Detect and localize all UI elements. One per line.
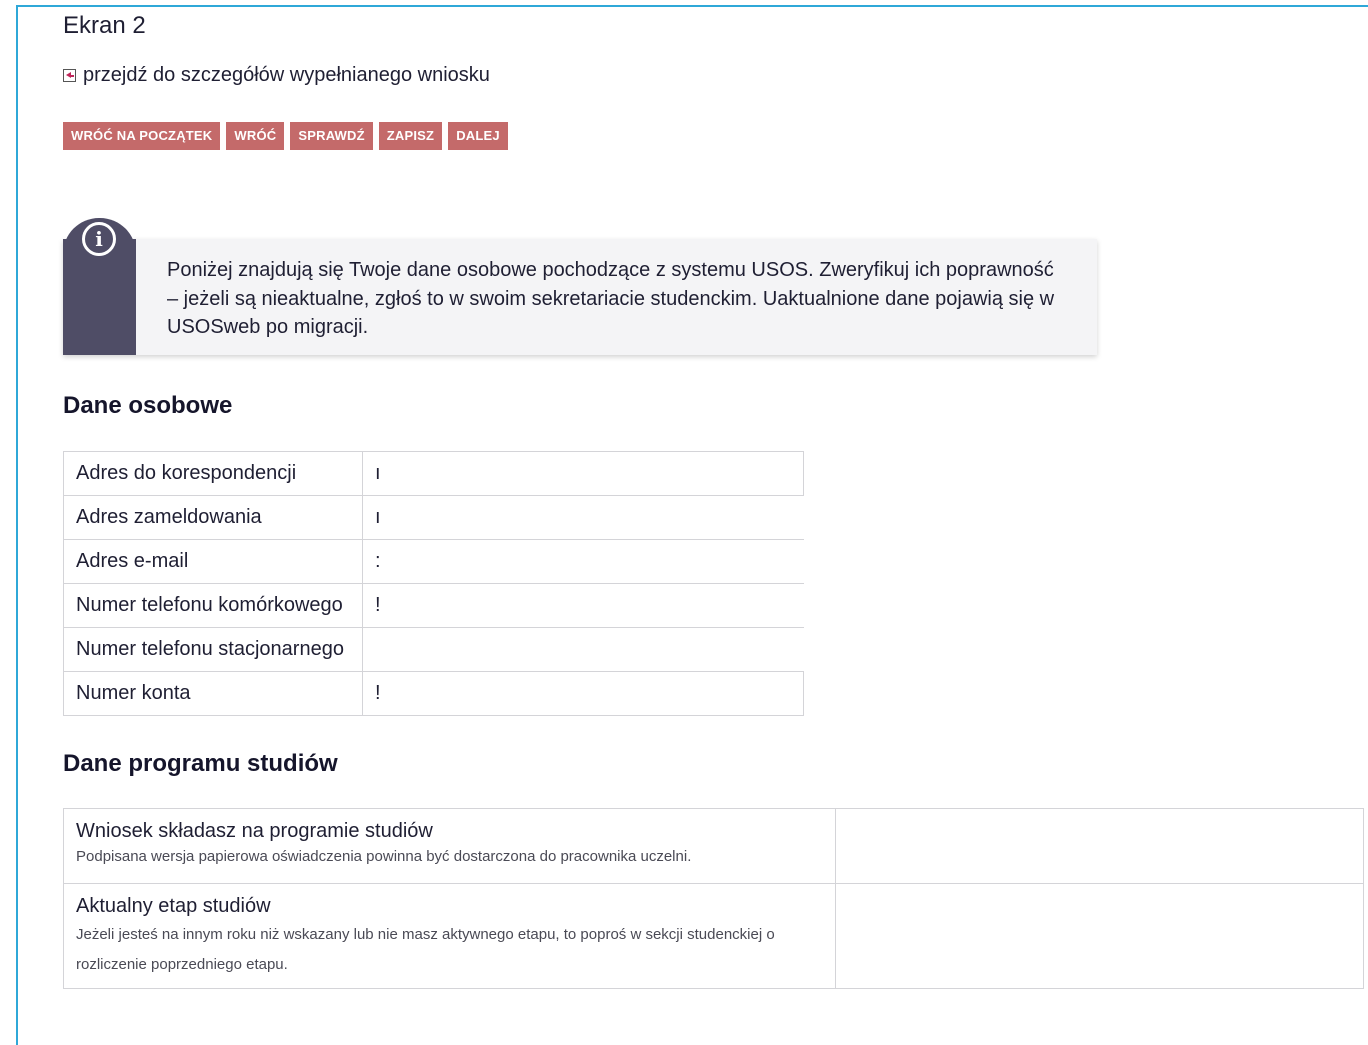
table-row: Aktualny etap studiów Jeżeli jesteś na i… bbox=[63, 883, 1364, 989]
table-row: Wniosek składasz na programie studiów Po… bbox=[63, 808, 1364, 884]
table-row: Adres do korespondencji ı bbox=[63, 451, 804, 496]
row-label: Numer telefonu stacjonarnego bbox=[63, 627, 363, 672]
personal-data-table: Adres do korespondencji ı Adres zameldow… bbox=[63, 451, 804, 716]
row-value: ! bbox=[362, 671, 804, 716]
info-message: Poniżej znajdują się Twoje dane osobowe … bbox=[167, 259, 1055, 338]
row-label: Aktualny etap studiów bbox=[76, 895, 271, 917]
row-value bbox=[362, 627, 804, 672]
back-arrow-icon bbox=[63, 69, 76, 82]
back-to-application-link[interactable]: przejdź do szczegółów wypełnianego wnios… bbox=[63, 64, 490, 87]
row-value: ı bbox=[362, 495, 804, 540]
table-row: Numer telefonu komórkowego ! bbox=[63, 583, 804, 628]
row-note: Jeżeli jesteś na innym roku niż wskazany… bbox=[76, 926, 775, 973]
back-link-label: przejdź do szczegółów wypełnianego wnios… bbox=[83, 64, 490, 86]
table-row: Numer telefonu stacjonarnego bbox=[63, 627, 804, 672]
row-value: ! bbox=[362, 583, 804, 628]
row-label: Adres do korespondencji bbox=[63, 451, 363, 496]
personal-data-heading: Dane osobowe bbox=[63, 392, 233, 419]
table-row: Adres e-mail : bbox=[63, 539, 804, 584]
table-row: Adres zameldowania ı bbox=[63, 495, 804, 540]
study-program-heading: Dane programu studiów bbox=[63, 750, 338, 777]
save-button[interactable]: ZAPISZ bbox=[378, 122, 443, 150]
row-note: Podpisana wersja papierowa oświadczenia … bbox=[76, 848, 692, 865]
back-to-start-button[interactable]: WRÓĆ NA POCZĄTEK bbox=[63, 122, 221, 150]
row-value: : bbox=[362, 539, 804, 584]
back-button[interactable]: WRÓĆ bbox=[226, 122, 285, 150]
check-button[interactable]: SPRAWDŹ bbox=[290, 122, 373, 150]
row-label: Numer konta bbox=[63, 671, 363, 716]
row-label: Numer telefonu komórkowego bbox=[63, 583, 363, 628]
row-label-cell: Wniosek składasz na programie studiów Po… bbox=[63, 808, 836, 884]
row-value bbox=[835, 883, 1364, 989]
screen-title: Ekran 2 bbox=[63, 12, 146, 39]
study-program-table: Wniosek składasz na programie studiów Po… bbox=[63, 808, 1364, 989]
table-row: Numer konta ! bbox=[63, 671, 804, 716]
row-value bbox=[835, 808, 1364, 884]
row-value: ı bbox=[362, 451, 804, 496]
info-icon: i bbox=[82, 222, 116, 256]
row-label: Adres e-mail bbox=[63, 539, 363, 584]
next-button[interactable]: DALEJ bbox=[448, 122, 508, 150]
toolbar: WRÓĆ NA POCZĄTEK WRÓĆ SPRAWDŹ ZAPISZ DAL… bbox=[63, 122, 508, 150]
row-label: Wniosek składasz na programie studiów bbox=[76, 820, 433, 842]
row-label: Adres zameldowania bbox=[63, 495, 363, 540]
row-label-cell: Aktualny etap studiów Jeżeli jesteś na i… bbox=[63, 883, 836, 989]
